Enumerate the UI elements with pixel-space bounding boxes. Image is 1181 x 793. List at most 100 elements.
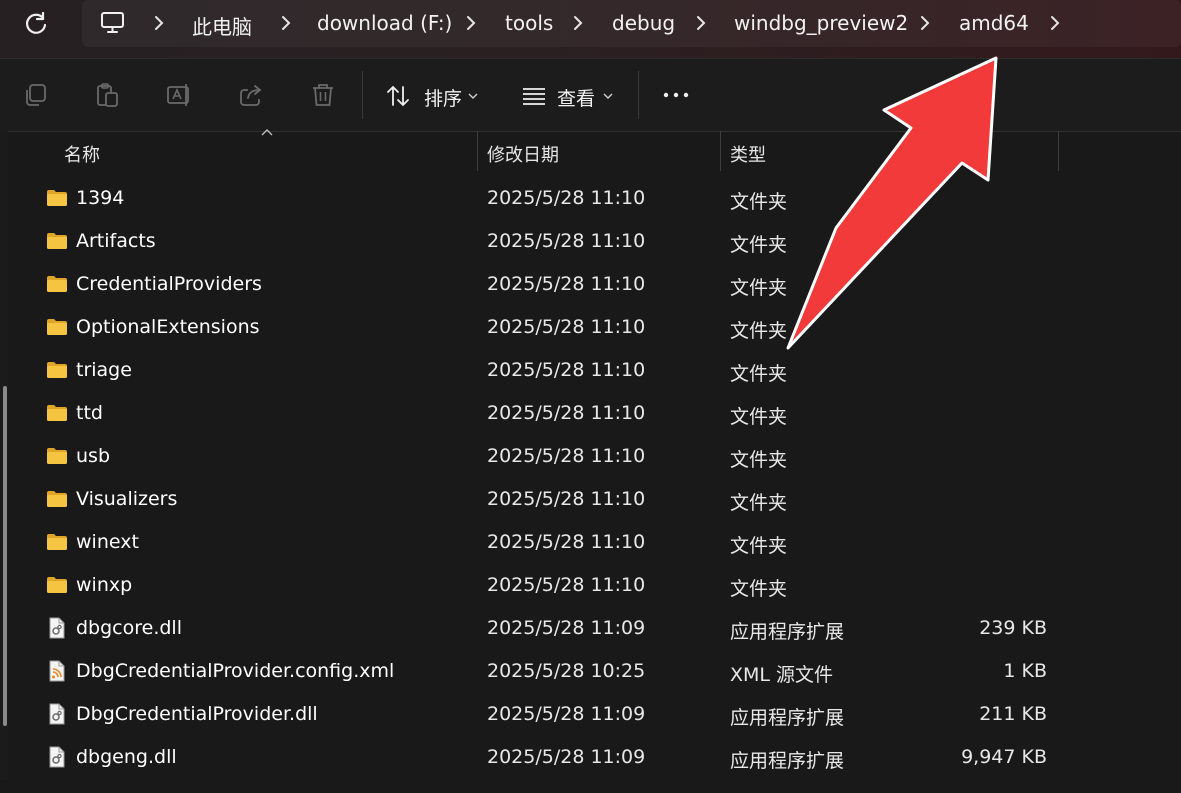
file-name: dbgcore.dll <box>76 617 182 639</box>
file-row[interactable]: DbgCredentialProvider.config.xml 2025/5/2… <box>20 650 1181 693</box>
file-name: Artifacts <box>76 230 156 252</box>
file-modified-date: 2025/5/28 11:10 <box>487 230 646 252</box>
file-type: 应用程序扩展 <box>730 750 845 772</box>
file-modified-date: 2025/5/28 11:10 <box>487 445 646 467</box>
file-row[interactable]: OptionalExtensions 2025/5/28 11:10 文件夹 <box>20 306 1181 349</box>
file-size: 1 KB <box>1003 660 1047 682</box>
file-type: 文件夹 <box>730 406 788 428</box>
file-name: 1394 <box>76 187 125 209</box>
breadcrumb[interactable]: 此电脑 download (F:) tools debug windbg_pre… <box>82 0 1181 47</box>
file-row[interactable]: usb 2025/5/28 11:10 文件夹 <box>20 435 1181 478</box>
chevron-right-icon[interactable] <box>572 13 584 33</box>
file-list: 名称 修改日期 类型 1394 2025/5/28 11:10 文件夹 Artifac… <box>0 129 1181 780</box>
more-icon[interactable] <box>663 82 689 108</box>
column-header-date[interactable]: 修改日期 <box>487 141 559 167</box>
folder-icon <box>47 405 67 421</box>
folder-icon <box>47 319 67 335</box>
breadcrumb-item[interactable]: debug <box>612 11 675 35</box>
breadcrumb-item[interactable]: windbg_preview2 <box>734 11 908 35</box>
delete-icon[interactable] <box>310 82 336 108</box>
file-row[interactable]: Visualizers 2025/5/28 11:10 文件夹 <box>20 478 1181 521</box>
file-row[interactable]: CredentialProviders 2025/5/28 11:10 文件夹 <box>20 263 1181 306</box>
file-modified-date: 2025/5/28 11:09 <box>487 746 646 768</box>
chevron-right-icon[interactable] <box>153 13 165 33</box>
breadcrumb-item[interactable]: 此电脑 <box>192 11 252 40</box>
file-row[interactable]: DbgCredentialProvider.dll 2025/5/28 11:09… <box>20 693 1181 736</box>
file-row[interactable]: 1394 2025/5/28 11:10 文件夹 <box>20 177 1181 220</box>
refresh-icon[interactable] <box>22 10 50 38</box>
scrollbar-thumb[interactable] <box>3 386 7 726</box>
file-row[interactable]: dbgeng.dll 2025/5/28 11:09 应用程序扩展 9,947 KB <box>20 736 1181 779</box>
folder-icon <box>47 276 67 292</box>
file-name: winext <box>76 531 139 553</box>
breadcrumb-item[interactable]: tools <box>505 11 553 35</box>
file-modified-date: 2025/5/28 11:09 <box>487 703 646 725</box>
file-row[interactable]: triage 2025/5/28 11:10 文件夹 <box>20 349 1181 392</box>
chevron-right-icon[interactable] <box>1049 13 1061 33</box>
sort-button[interactable]: 排序 <box>386 79 486 111</box>
xml-file-icon <box>49 660 65 682</box>
file-type: 应用程序扩展 <box>730 707 845 729</box>
file-type: XML 源文件 <box>730 664 834 686</box>
file-size: 239 KB <box>979 617 1047 639</box>
file-name: DbgCredentialProvider.config.xml <box>76 660 395 682</box>
file-size: 9,947 KB <box>961 746 1047 768</box>
file-row[interactable]: winext 2025/5/28 11:10 文件夹 <box>20 521 1181 564</box>
column-divider[interactable] <box>477 131 478 171</box>
copy-icon[interactable] <box>22 82 48 108</box>
column-header-row: 名称 修改日期 类型 <box>0 129 1181 171</box>
view-icon <box>523 88 545 105</box>
column-header-type[interactable]: 类型 <box>730 141 766 167</box>
chevron-right-icon[interactable] <box>280 13 292 33</box>
file-row[interactable]: winxp 2025/5/28 11:10 文件夹 <box>20 564 1181 607</box>
column-divider[interactable] <box>1058 131 1059 171</box>
file-row[interactable]: ttd 2025/5/28 11:10 文件夹 <box>20 392 1181 435</box>
file-name: CredentialProviders <box>76 273 262 295</box>
view-label: 查看 <box>557 88 596 110</box>
file-modified-date: 2025/5/28 11:10 <box>487 574 646 596</box>
computer-icon[interactable] <box>100 11 126 35</box>
file-type: 文件夹 <box>730 277 788 299</box>
file-row[interactable]: dbgcore.dll 2025/5/28 11:09 应用程序扩展 239 KB <box>20 607 1181 650</box>
breadcrumb-item-current[interactable]: amd64 <box>959 11 1029 35</box>
chevron-right-icon[interactable] <box>695 13 707 33</box>
column-divider[interactable] <box>720 131 721 171</box>
file-type: 文件夹 <box>730 492 788 514</box>
share-icon[interactable] <box>238 82 264 108</box>
rename-icon[interactable] <box>166 82 192 108</box>
dll-file-icon <box>49 703 65 725</box>
file-modified-date: 2025/5/28 11:10 <box>487 359 646 381</box>
sort-label: 排序 <box>424 88 463 110</box>
file-name: Visualizers <box>76 488 178 510</box>
breadcrumb-item[interactable]: download (F:) <box>317 11 452 35</box>
chevron-down-icon <box>603 93 613 99</box>
chevron-right-icon[interactable] <box>465 13 477 33</box>
view-button[interactable]: 查看 <box>521 79 621 111</box>
column-header-name[interactable]: 名称 <box>64 141 100 167</box>
address-bar-area: 此电脑 download (F:) tools debug windbg_pre… <box>0 0 1181 58</box>
file-name: triage <box>76 359 132 381</box>
file-name: dbgeng.dll <box>76 746 177 768</box>
file-size: 211 KB <box>979 703 1047 725</box>
file-row[interactable]: Artifacts 2025/5/28 11:10 文件夹 <box>20 220 1181 263</box>
folder-icon <box>47 534 67 550</box>
file-type: 文件夹 <box>730 449 788 471</box>
file-name: OptionalExtensions <box>76 316 260 338</box>
scrollbar[interactable] <box>0 131 8 780</box>
chevron-right-icon[interactable] <box>919 13 931 33</box>
file-type: 应用程序扩展 <box>730 621 845 643</box>
toolbar-divider <box>638 71 639 119</box>
file-type: 文件夹 <box>730 535 788 557</box>
paste-icon[interactable] <box>94 82 120 108</box>
file-type: 文件夹 <box>730 363 788 385</box>
file-type: 文件夹 <box>730 234 788 256</box>
command-toolbar: 排序 查看 <box>0 58 1181 132</box>
file-modified-date: 2025/5/28 10:25 <box>487 660 646 682</box>
dll-file-icon <box>49 746 65 768</box>
sort-ascending-icon <box>261 129 273 136</box>
file-type: 文件夹 <box>730 320 788 342</box>
folder-icon <box>47 448 67 464</box>
chevron-down-icon <box>468 93 478 99</box>
file-name: usb <box>76 445 111 467</box>
file-modified-date: 2025/5/28 11:10 <box>487 488 646 510</box>
